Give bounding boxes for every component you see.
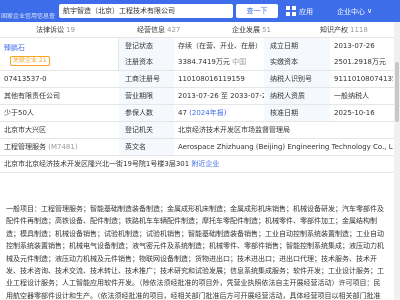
table-row: 其他有限责任公司 营业期限 2013-07-26 至 2033-07-25 纳税… (0, 88, 400, 105)
tab-legal[interactable]: 法律诉讼 19 (36, 25, 75, 35)
apps-grid-icon[interactable] (286, 6, 296, 16)
info-table: 臻鹏石 关联企业 21 登记状态 存续（在营、开业、在册） 成立日期 2013-… (0, 37, 400, 173)
insured-value: 47 (2024年报) (178, 109, 227, 117)
top-bar: 国家企业信用信息查询 查一下 应用 企业中心 ∨ (0, 0, 400, 22)
tab-business[interactable]: 经营信息 427 (137, 25, 180, 35)
table-row: 少于50人 参保人数 47 (2024年报) 核准日期 2025-10-16 (0, 105, 400, 122)
table-row: 北京市北京经济技术开发区隆兴北一街19号院1号楼3层301 附近企业 (0, 156, 400, 173)
taxpayer-value: 一般纳税人 (334, 92, 369, 100)
english-name-value: Aerospace Zhizhuang (Beijing) Engineerin… (178, 143, 393, 151)
search-input[interactable] (63, 7, 229, 15)
scrollbar-thumb[interactable] (395, 62, 399, 122)
table-row: 北京市大兴区 登记机关 北京经济技术开发区市场监督管理局 (0, 122, 400, 139)
capital-value: 3384.7419万元 中国 (178, 58, 247, 66)
annual-report-link[interactable]: (2024年报) (189, 109, 226, 117)
chevron-down-icon[interactable]: ∨ (367, 7, 372, 15)
search-box[interactable] (59, 4, 233, 18)
legal-rep-cell: 臻鹏石 关联企业 21 (0, 38, 118, 70)
tab-ip[interactable]: 知识产权 1118 (320, 25, 368, 35)
nearby-companies-link[interactable]: 附近企业 (191, 160, 219, 168)
search-button[interactable]: 查一下 (236, 4, 278, 18)
scrollbar[interactable] (394, 22, 400, 300)
term-value: 2013-07-26 至 2033-07-25 (178, 92, 264, 100)
legal-rep-name[interactable]: 臻鹏石 (4, 44, 25, 52)
insured-label: 参保人数 (119, 105, 174, 121)
founded-value: 2013-07-26 (334, 42, 375, 50)
paid-capital-value: 2501.2918万元 (334, 58, 386, 66)
org-code-value: 07413537-0 (4, 75, 47, 83)
english-name-label: 英文名 (119, 139, 174, 155)
founded-label: 成立日期 (264, 38, 330, 54)
apps-link[interactable]: 应用 (299, 7, 313, 17)
tab-development[interactable]: 企业发展 51 (232, 25, 271, 35)
tax-id-label: 纳税人识别号 (264, 71, 330, 87)
industry-value: 工程管理服务 (M7481) (4, 143, 78, 151)
tab-bar: 法律诉讼 19 经营信息 427 企业发展 51 知识产权 1118 (0, 22, 400, 36)
region-value: 北京市大兴区 (4, 126, 46, 134)
enterprise-center-link[interactable]: 企业中心 (337, 7, 365, 17)
table-row: 臻鹏石 关联企业 21 登记状态 存续（在营、开业、在册） 成立日期 2013-… (0, 38, 400, 71)
status-value: 存续（在营、开业、在册） (178, 42, 262, 50)
approved-value: 2025-10-16 (334, 109, 375, 117)
business-scope-text: 一般项目：工程管理服务；智能基础制造装备制造；金属成形机床制造；金属成形机床销售… (6, 205, 384, 300)
paid-capital-label: 实缴资本 (264, 54, 330, 70)
taxpayer-label: 纳税人资质 (264, 88, 330, 104)
capital-label: 注册资本 (119, 54, 174, 70)
reg-no-label: 工商注册号 (119, 71, 174, 87)
company-type-value: 其他有限责任公司 (4, 92, 60, 100)
status-label: 登记状态 (119, 38, 174, 54)
table-row: 07413537-0 工商注册号 110108016119159 纳税人识别号 … (0, 71, 400, 88)
related-company-badge[interactable]: 关联企业 21 (10, 56, 50, 66)
address-value: 北京市北京经济技术开发区隆兴北一街19号院1号楼3层301 附近企业 (4, 160, 220, 168)
reg-no-value: 110108016119159 (178, 75, 245, 83)
authority-value: 北京经济技术开发区市场监督管理局 (178, 126, 290, 134)
authority-label: 登记机关 (119, 122, 174, 138)
staff-size-value: 少于50人 (4, 109, 34, 117)
table-row: 工程管理服务 (M7481) 英文名 Aerospace Zhizhuang (… (0, 139, 400, 156)
tax-id-value: 91110108074135 (334, 75, 393, 83)
site-logo[interactable]: 国家企业信用信息查询 (0, 13, 55, 22)
term-label: 营业期限 (119, 88, 174, 104)
approved-label: 核准日期 (264, 105, 330, 121)
